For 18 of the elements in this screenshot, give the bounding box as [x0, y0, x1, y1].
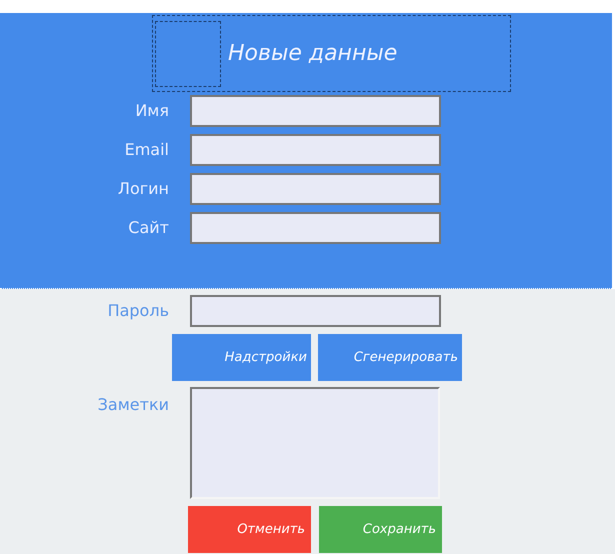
action-button[interactable]: Надстройки	[172, 334, 311, 381]
field-label: Логин	[116, 178, 169, 200]
input-field[interactable]	[190, 95, 441, 127]
field-label: Пароль	[106, 300, 169, 322]
input-field[interactable]	[190, 134, 441, 166]
cancel-button[interactable]: Отменить	[188, 506, 311, 553]
field-label: Email	[124, 139, 169, 161]
notes-field[interactable]	[190, 387, 440, 499]
password-field[interactable]	[190, 295, 441, 327]
field-label: Сайт	[127, 217, 169, 239]
field-label: Имя	[134, 100, 169, 122]
save-button[interactable]: Сохранить	[319, 506, 442, 553]
image-placeholder	[155, 20, 221, 86]
input-field[interactable]	[190, 173, 441, 205]
form-title: Новые данные	[228, 40, 398, 68]
action-button[interactable]: Сгенерировать	[318, 334, 462, 381]
field-label: Заметки	[96, 394, 169, 416]
input-field[interactable]	[190, 212, 441, 244]
